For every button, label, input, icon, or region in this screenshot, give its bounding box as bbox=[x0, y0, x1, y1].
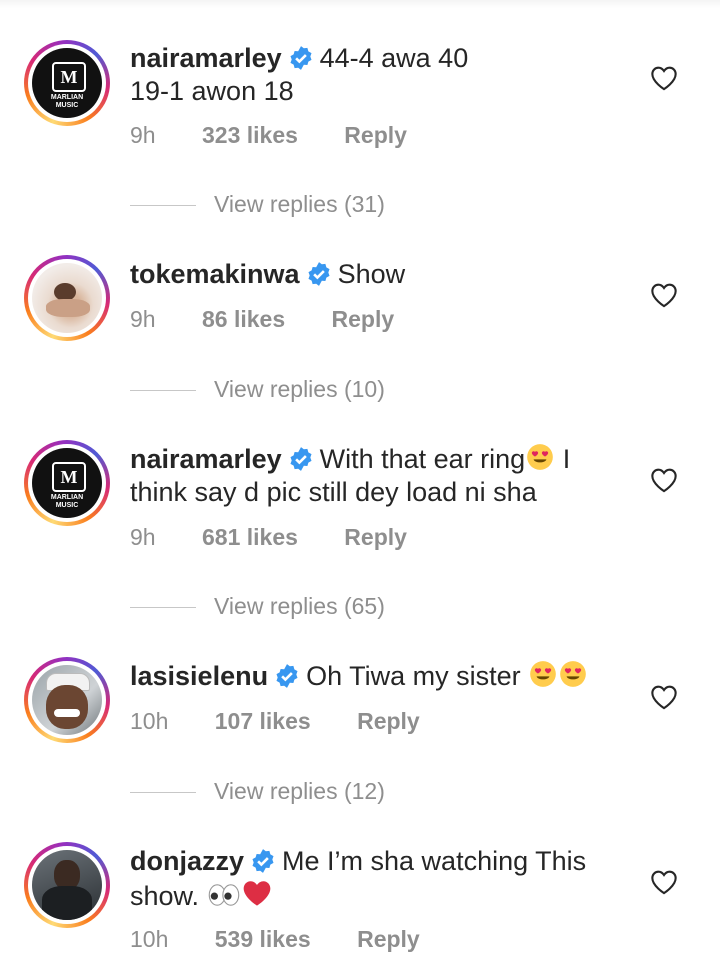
heart-eyes-emoji bbox=[527, 444, 554, 470]
view-replies-button[interactable]: View replies (31) bbox=[130, 191, 385, 218]
marlian-music-logo: M MARLIAN MUSIC bbox=[32, 448, 102, 518]
username[interactable]: tokemakinwa bbox=[130, 259, 300, 289]
avatar-photo bbox=[32, 263, 102, 333]
avatar[interactable] bbox=[24, 842, 110, 928]
comment-text-line2: 19-1 awon 18 bbox=[130, 76, 294, 106]
comment-text-line2: think say d pic still dey load ni sha bbox=[130, 477, 537, 507]
heart-eyes-emoji bbox=[530, 661, 556, 687]
likes-count[interactable]: 539 likes bbox=[215, 926, 311, 953]
view-replies-label: View replies (31) bbox=[214, 191, 385, 217]
username[interactable]: nairamarley bbox=[130, 444, 282, 474]
comment-meta: 10h 107 likes Reply bbox=[130, 708, 420, 735]
heart-outline-icon[interactable] bbox=[650, 869, 678, 895]
view-replies-label: View replies (65) bbox=[214, 593, 385, 619]
divider bbox=[130, 205, 196, 207]
divider bbox=[130, 390, 196, 392]
likes-count[interactable]: 107 likes bbox=[215, 708, 311, 735]
comment-text-line2: show. bbox=[130, 881, 200, 911]
reply-button[interactable]: Reply bbox=[357, 708, 420, 735]
reply-button[interactable]: Reply bbox=[357, 926, 420, 953]
verified-badge-icon bbox=[276, 664, 298, 688]
timestamp: 9h bbox=[130, 306, 156, 332]
comment-body: nairamarley 44-4 awa 40 19-1 awon 18 bbox=[130, 42, 600, 108]
comment-body: lasisielenu Oh Tiwa my sister bbox=[130, 660, 600, 693]
username[interactable]: donjazzy bbox=[130, 846, 244, 876]
reply-button[interactable]: Reply bbox=[332, 306, 395, 333]
avatar-photo bbox=[32, 665, 102, 735]
reply-button[interactable]: Reply bbox=[344, 524, 407, 551]
view-replies-label: View replies (12) bbox=[214, 778, 385, 804]
username[interactable]: nairamarley bbox=[130, 43, 282, 73]
verified-badge-icon bbox=[308, 262, 330, 286]
avatar[interactable]: M MARLIAN MUSIC bbox=[24, 440, 110, 526]
heart-eyes-emoji bbox=[560, 661, 586, 687]
divider bbox=[130, 792, 196, 794]
comment-text: With that ear ring bbox=[319, 444, 526, 474]
heart-outline-icon[interactable] bbox=[650, 282, 678, 308]
avatar[interactable] bbox=[24, 255, 110, 341]
comment-meta: 9h 323 likes Reply bbox=[130, 122, 407, 149]
avatar[interactable] bbox=[24, 657, 110, 743]
heart-outline-icon[interactable] bbox=[650, 467, 678, 493]
comment-body: nairamarley With that ear ring I think sa… bbox=[130, 443, 600, 509]
timestamp: 9h bbox=[130, 524, 156, 550]
username[interactable]: lasisielenu bbox=[130, 661, 268, 691]
reply-button[interactable]: Reply bbox=[344, 122, 407, 149]
marlian-music-logo: M MARLIAN MUSIC bbox=[32, 48, 102, 118]
comment-meta: 9h 86 likes Reply bbox=[130, 306, 394, 333]
red-heart-emoji bbox=[243, 881, 270, 906]
verified-badge-icon bbox=[290, 447, 312, 471]
view-replies-button[interactable]: View replies (10) bbox=[130, 376, 385, 403]
timestamp: 10h bbox=[130, 708, 169, 734]
heart-outline-icon[interactable] bbox=[650, 65, 678, 91]
avatar[interactable]: M MARLIAN MUSIC bbox=[24, 40, 110, 126]
divider bbox=[130, 607, 196, 609]
avatar-photo bbox=[32, 850, 102, 920]
eyes-emoji bbox=[208, 884, 239, 906]
comment-body: donjazzy Me I’m sha watching This show. bbox=[130, 845, 600, 913]
likes-count[interactable]: 323 likes bbox=[202, 122, 298, 149]
verified-badge-icon bbox=[290, 46, 312, 70]
comment-text: 44-4 awa 40 bbox=[319, 43, 469, 73]
comment-text: Show bbox=[337, 259, 406, 289]
likes-count[interactable]: 86 likes bbox=[202, 306, 285, 333]
timestamp: 9h bbox=[130, 122, 156, 148]
comment-text: Oh Tiwa my sister bbox=[306, 661, 521, 691]
comment-meta: 10h 539 likes Reply bbox=[130, 926, 420, 953]
view-replies-label: View replies (10) bbox=[214, 376, 385, 402]
comment-body: tokemakinwa Show bbox=[130, 258, 600, 291]
heart-outline-icon[interactable] bbox=[650, 684, 678, 710]
likes-count[interactable]: 681 likes bbox=[202, 524, 298, 551]
view-replies-button[interactable]: View replies (65) bbox=[130, 593, 385, 620]
timestamp: 10h bbox=[130, 926, 169, 952]
verified-badge-icon bbox=[252, 849, 274, 873]
comment-text-tail: I bbox=[562, 444, 571, 474]
comment-text: Me I’m sha watching This bbox=[282, 846, 587, 876]
scroll-edge bbox=[0, 0, 720, 8]
view-replies-button[interactable]: View replies (12) bbox=[130, 778, 385, 805]
comment-meta: 9h 681 likes Reply bbox=[130, 524, 407, 551]
